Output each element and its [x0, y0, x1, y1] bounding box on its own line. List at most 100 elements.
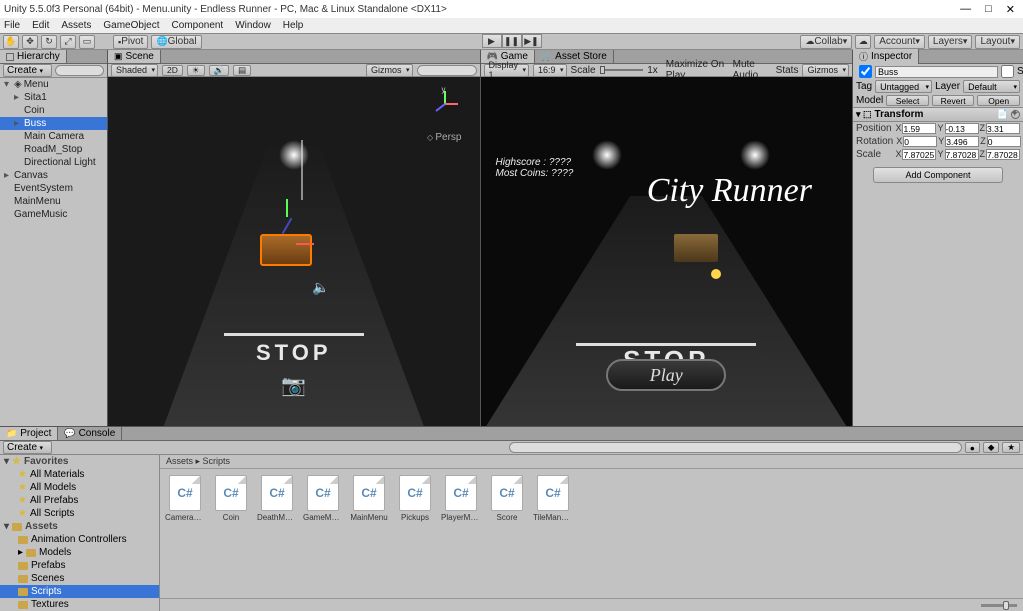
hierarchy-item[interactable]: ▾◈ Menu: [0, 78, 107, 91]
account-dropdown[interactable]: Account ▾: [874, 35, 925, 49]
orientation-gizmo[interactable]: y: [430, 89, 460, 119]
menu-component[interactable]: Component: [172, 20, 224, 31]
bus-object[interactable]: [260, 234, 312, 266]
search-filter-2[interactable]: ◆: [983, 442, 1000, 453]
scale-y-input[interactable]: [945, 149, 979, 160]
global-toggle[interactable]: 🌐 Global: [151, 35, 201, 49]
folder-item[interactable]: Prefabs: [0, 559, 159, 572]
folder-item[interactable]: ▸ Models: [0, 546, 159, 559]
rot-x-input[interactable]: [903, 136, 937, 147]
menu-gameobject[interactable]: GameObject: [103, 20, 159, 31]
scale-tool-button[interactable]: ⤢: [60, 35, 76, 49]
open-button[interactable]: Open: [977, 95, 1020, 106]
scene-tab[interactable]: ▣ Scene: [108, 50, 161, 63]
folder-item[interactable]: Textures: [0, 598, 159, 611]
maximize-button[interactable]: □: [985, 3, 992, 16]
rot-y-input[interactable]: [945, 136, 979, 147]
stats-toggle[interactable]: Stats: [776, 65, 799, 76]
scene-search-input[interactable]: [417, 65, 477, 76]
close-button[interactable]: ✕: [1006, 3, 1015, 16]
hierarchy-search-input[interactable]: [55, 65, 104, 76]
scale-z-input[interactable]: [986, 149, 1020, 160]
hierarchy-item[interactable]: GameMusic: [0, 208, 107, 221]
script-asset[interactable]: C#GameMusic: [304, 475, 342, 522]
menu-edit[interactable]: Edit: [32, 20, 49, 31]
hierarchy-item[interactable]: EventSystem: [0, 182, 107, 195]
game-viewport[interactable]: Highscore : ???? Most Coins: ???? City R…: [481, 77, 853, 426]
project-tab[interactable]: 📁 Project: [0, 427, 58, 440]
pivot-toggle[interactable]: ▪ Pivot: [113, 35, 148, 49]
scale-x-input[interactable]: [902, 149, 936, 160]
menu-file[interactable]: File: [4, 20, 20, 31]
project-search-input[interactable]: [509, 442, 962, 453]
game-play-button[interactable]: Play: [606, 359, 726, 391]
tag-dropdown[interactable]: Untagged: [875, 80, 932, 93]
rot-z-input[interactable]: [987, 136, 1021, 147]
search-filter-3[interactable]: ★: [1002, 442, 1020, 453]
transform-header[interactable]: ▾ ⬚ Transform📄: [853, 107, 1023, 122]
scene-viewport[interactable]: y ◇ Persp 🔈 STOP 📷: [108, 77, 480, 426]
layers-dropdown[interactable]: Layers ▾: [928, 35, 973, 49]
script-asset[interactable]: C#PlayerMotor: [442, 475, 480, 522]
script-asset[interactable]: C#Coin: [212, 475, 250, 522]
revert-button[interactable]: Revert: [932, 95, 975, 106]
hierarchy-item[interactable]: MainMenu: [0, 195, 107, 208]
favorite-item[interactable]: ★ All Models: [0, 481, 159, 494]
pause-button[interactable]: ❚❚: [502, 34, 522, 48]
script-asset[interactable]: C#Score: [488, 475, 526, 522]
minimize-button[interactable]: —: [960, 3, 971, 16]
assets-header[interactable]: ▾ Assets: [0, 520, 159, 533]
step-button[interactable]: ▶❚: [522, 34, 542, 48]
hierarchy-item[interactable]: ▸Canvas: [0, 169, 107, 182]
pos-y-input[interactable]: [945, 123, 979, 134]
static-checkbox[interactable]: [1001, 65, 1014, 78]
breadcrumb[interactable]: Assets ▸ Scripts: [160, 455, 1023, 469]
game-gizmos-dropdown[interactable]: Gizmos: [802, 64, 849, 77]
gear-icon[interactable]: [1011, 110, 1020, 119]
folder-item[interactable]: Scripts: [0, 585, 159, 598]
folder-item[interactable]: Scenes: [0, 572, 159, 585]
collab-dropdown[interactable]: ☁ Collab ▾: [800, 35, 852, 49]
hierarchy-item[interactable]: ▸Sita1: [0, 91, 107, 104]
favorite-item[interactable]: ★ All Scripts: [0, 507, 159, 520]
play-button[interactable]: ▶: [482, 34, 502, 48]
search-filter-1[interactable]: ●: [965, 442, 980, 453]
script-asset[interactable]: C#DeathMenu: [258, 475, 296, 522]
services-button[interactable]: ☁: [855, 35, 871, 49]
object-name-input[interactable]: [875, 66, 998, 78]
folder-item[interactable]: Animation Controllers: [0, 533, 159, 546]
pos-z-input[interactable]: [986, 123, 1020, 134]
layout-dropdown[interactable]: Layout ▾: [975, 35, 1020, 49]
thumbnail-size-slider[interactable]: [981, 604, 1017, 607]
menu-assets[interactable]: Assets: [61, 20, 91, 31]
menu-window[interactable]: Window: [235, 20, 271, 31]
aspect-dropdown[interactable]: 16:9: [533, 64, 567, 77]
hierarchy-create-dropdown[interactable]: Create ▾: [3, 64, 52, 77]
asset-grid[interactable]: C#CameraMot..C#CoinC#DeathMenuC#GameMusi…: [160, 469, 1023, 598]
console-tab[interactable]: 💬 Console: [58, 427, 122, 440]
script-asset[interactable]: C#TileManager: [534, 475, 572, 522]
hierarchy-tab[interactable]: Hierarchy: [0, 50, 67, 63]
inspector-tab[interactable]: ⓘ Inspector: [853, 49, 919, 64]
scene-shading-dropdown[interactable]: Shaded: [111, 64, 158, 77]
layer-dropdown[interactable]: Default: [963, 80, 1020, 93]
hand-tool-button[interactable]: ✋: [3, 35, 19, 49]
hierarchy-tree[interactable]: ▾◈ Menu▸Sita1Coin▸BussMain CameraRoadM_S…: [0, 78, 107, 426]
scene-gizmos-dropdown[interactable]: Gizmos: [366, 64, 413, 77]
hierarchy-item[interactable]: Coin: [0, 104, 107, 117]
scene-light-toggle[interactable]: ☀: [187, 65, 205, 76]
hierarchy-item[interactable]: Main Camera: [0, 130, 107, 143]
menu-help[interactable]: Help: [283, 20, 304, 31]
script-asset[interactable]: C#Pickups: [396, 475, 434, 522]
scene-audio-toggle[interactable]: 🔊: [209, 65, 230, 76]
scale-slider[interactable]: [600, 69, 644, 71]
scene-2d-toggle[interactable]: 2D: [162, 65, 183, 76]
scene-fx-toggle[interactable]: ▤: [233, 65, 251, 76]
project-folder-tree[interactable]: ▾ ★ Favorites★ All Materials★ All Models…: [0, 455, 160, 611]
script-asset[interactable]: C#CameraMot..: [166, 475, 204, 522]
asset-store-tab[interactable]: 🛒 Asset Store: [535, 50, 614, 63]
hierarchy-item[interactable]: Directional Light: [0, 156, 107, 169]
display-dropdown[interactable]: Display 1: [484, 64, 530, 77]
favorite-item[interactable]: ★ All Materials: [0, 468, 159, 481]
favorites-header[interactable]: ▾ ★ Favorites: [0, 455, 159, 468]
